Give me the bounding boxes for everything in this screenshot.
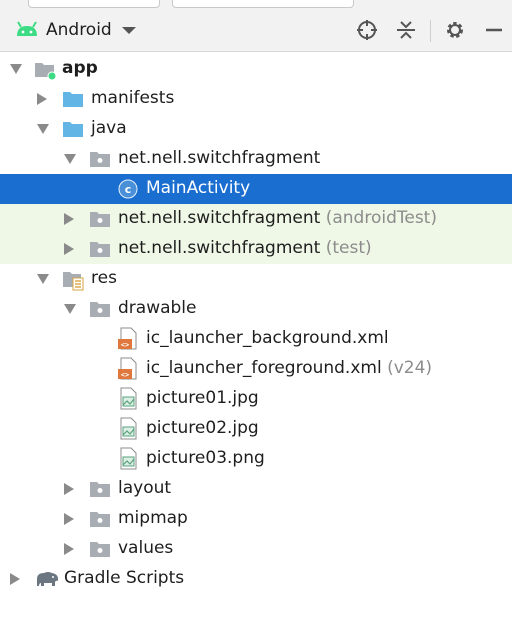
package-folder-icon (89, 209, 111, 229)
locate-file-button[interactable] (355, 18, 379, 42)
tree-label-layout: layout (118, 478, 172, 498)
editor-tab-strip (0, 0, 512, 8)
class-icon: c (117, 178, 139, 199)
source-set-suffix: (test) (325, 238, 372, 258)
svg-text:<>: <> (121, 341, 129, 349)
tree-label-app: app (62, 58, 98, 78)
tree-node-file[interactable]: <> ic_launcher_background.xml (0, 324, 512, 354)
tree-label-java: java (91, 118, 127, 138)
gradle-elephant-icon (34, 569, 58, 589)
expand-arrow-icon[interactable] (37, 93, 47, 105)
project-view-label: Android (46, 20, 112, 40)
svg-text:<>: <> (121, 371, 129, 379)
tree-node-gradle-scripts[interactable]: Gradle Scripts (0, 564, 512, 594)
minimize-icon (486, 28, 502, 32)
toolbar-separator (430, 20, 431, 42)
folder-icon (89, 479, 111, 499)
android-icon (14, 20, 40, 40)
folder-icon (89, 539, 111, 559)
module-folder-icon (34, 59, 57, 81)
project-view-selector[interactable]: Android (14, 8, 136, 52)
tree-label-file: picture01.jpg (146, 388, 259, 408)
tree-label-drawable: drawable (118, 298, 197, 318)
image-file-icon (117, 387, 139, 410)
folder-icon (62, 119, 84, 139)
folder-icon (62, 89, 84, 109)
tree-node-mipmap[interactable]: mipmap (0, 504, 512, 534)
tree-label-values: values (118, 538, 174, 558)
gear-icon (447, 22, 463, 38)
tree-node-drawable[interactable]: drawable (0, 294, 512, 324)
tree-node-file[interactable]: <> ic_launcher_foreground.xml (v24) (0, 354, 512, 384)
xml-file-icon: <> (117, 327, 139, 350)
tree-node-file[interactable]: picture02.jpg (0, 414, 512, 444)
tree-node-package-test[interactable]: net.nell.switchfragment (test) (0, 234, 512, 264)
tree-label-res: res (91, 268, 117, 288)
collapse-arrow-icon[interactable] (37, 124, 49, 134)
expand-arrow-icon[interactable] (64, 543, 74, 555)
collapse-all-button[interactable] (394, 18, 418, 42)
folder-icon (89, 509, 111, 529)
editor-tab[interactable] (172, 0, 354, 8)
collapse-arrow-icon[interactable] (64, 154, 76, 164)
package-folder-icon (89, 239, 111, 259)
tree-node-values[interactable]: values (0, 534, 512, 564)
tree-node-manifests[interactable]: manifests (0, 84, 512, 114)
collapse-arrow-icon[interactable] (37, 274, 49, 284)
expand-arrow-icon[interactable] (64, 513, 74, 525)
editor-tab[interactable] (28, 0, 160, 8)
tree-label-package-androidtest: net.nell.switchfragment (androidTest) (118, 208, 437, 228)
tree-label-mipmap: mipmap (118, 508, 188, 528)
chevron-down-icon (121, 26, 136, 34)
tree-label-gradle-scripts: Gradle Scripts (64, 568, 185, 588)
tree-node-app[interactable]: app (0, 54, 512, 84)
crosshair-icon (357, 20, 377, 40)
expand-arrow-icon[interactable] (64, 483, 74, 495)
project-toolbar: Android (0, 8, 512, 52)
tree-node-package-androidtest[interactable]: net.nell.switchfragment (androidTest) (0, 204, 512, 234)
tree-node-res[interactable]: res (0, 264, 512, 294)
folder-icon (89, 299, 111, 319)
expand-arrow-icon[interactable] (64, 213, 74, 225)
collapse-arrow-icon[interactable] (64, 304, 76, 314)
tree-label-mainactivity: MainActivity (146, 178, 251, 198)
tree-label-package: net.nell.switchfragment (118, 148, 321, 168)
source-set-suffix: (androidTest) (325, 208, 437, 228)
expand-arrow-icon[interactable] (10, 573, 20, 585)
tree-node-java[interactable]: java (0, 114, 512, 144)
tree-label-file: picture03.png (146, 448, 265, 468)
tree-node-mainactivity[interactable]: c MainActivity (0, 174, 512, 204)
hide-panel-button[interactable] (482, 18, 506, 42)
tree-label-file: ic_launcher_foreground.xml (v24) (146, 358, 433, 378)
tree-label-manifests: manifests (91, 88, 175, 108)
package-folder-icon (89, 149, 111, 169)
tree-label-package-test: net.nell.switchfragment (test) (118, 238, 372, 258)
tree-node-layout[interactable]: layout (0, 474, 512, 504)
xml-file-icon: <> (117, 357, 139, 380)
tree-label-file: picture02.jpg (146, 418, 259, 438)
tree-label-file: ic_launcher_background.xml (146, 328, 389, 348)
image-file-icon (117, 447, 139, 470)
resource-folder-icon (62, 269, 84, 291)
expand-arrow-icon[interactable] (64, 243, 74, 255)
expand-arrow-icon[interactable] (10, 64, 22, 74)
tree-node-file[interactable]: picture01.jpg (0, 384, 512, 414)
tree-node-package[interactable]: net.nell.switchfragment (0, 144, 512, 174)
tree-node-file[interactable]: picture03.png (0, 444, 512, 474)
image-file-icon (117, 417, 139, 440)
collapse-all-icon (397, 21, 415, 39)
qualifier-suffix: (v24) (387, 358, 433, 378)
svg-text:c: c (125, 183, 132, 196)
settings-button[interactable] (443, 18, 467, 42)
